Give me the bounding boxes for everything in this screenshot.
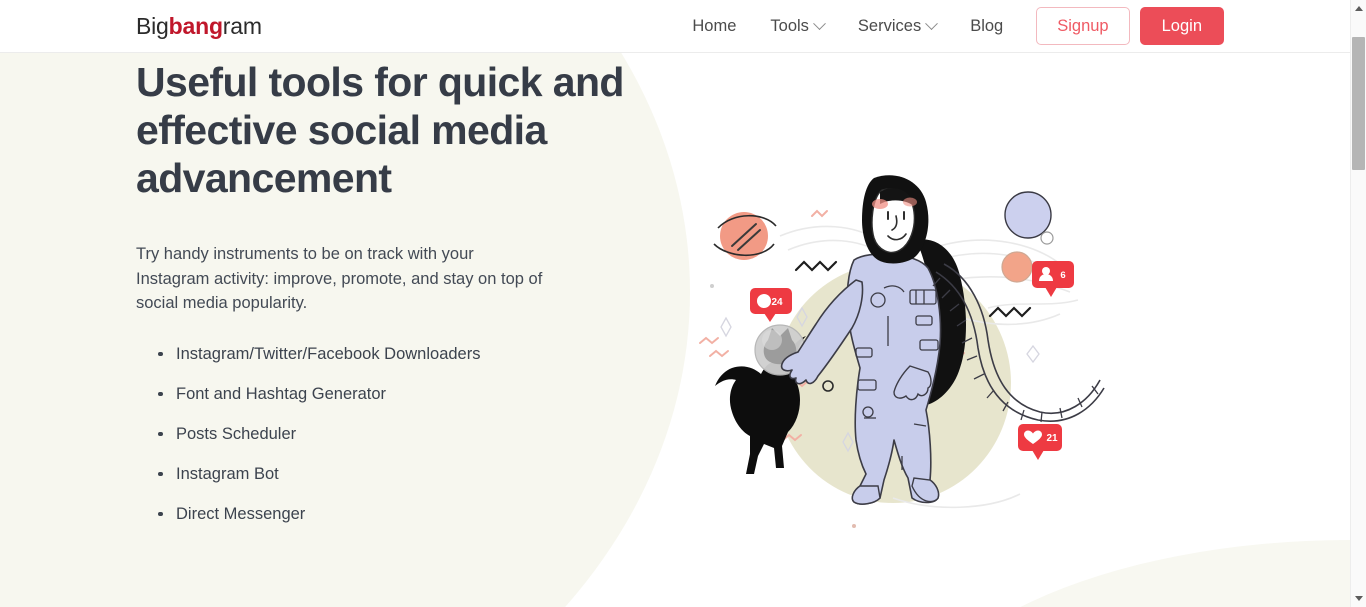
site-logo[interactable]: Bigbangram (136, 13, 262, 40)
page-content: Bigbangram Home Tools Services Blog Sign… (0, 0, 1350, 607)
list-item: Direct Messenger (136, 504, 776, 524)
login-button[interactable]: Login (1139, 7, 1224, 45)
logo-suffix: ram (222, 13, 262, 39)
nav-label-services: Services (857, 17, 922, 35)
logo-prefix: Big (136, 13, 169, 39)
peach-planet (1001, 251, 1033, 283)
browser-viewport: Bigbangram Home Tools Services Blog Sign… (0, 0, 1366, 607)
nav-label-tools: Tools (770, 17, 809, 35)
site-header: Bigbangram Home Tools Services Blog Sign… (0, 0, 1350, 53)
nav-item-services[interactable]: Services (841, 0, 953, 52)
hero-subtitle: Try handy instruments to be on track wit… (136, 245, 543, 312)
vertical-scrollbar[interactable] (1350, 0, 1366, 607)
bottom-background-blob (900, 540, 1350, 607)
small-circle-outline (1040, 231, 1054, 245)
list-item: Instagram Bot (136, 464, 776, 484)
badge-heart: 21 (1018, 424, 1062, 460)
chevron-down-icon (925, 16, 939, 30)
scroll-up-arrow-icon[interactable] (1351, 0, 1366, 17)
feature-list: Instagram/Twitter/Facebook Downloaders F… (136, 344, 776, 524)
scroll-down-arrow-icon[interactable] (1351, 590, 1366, 607)
nav-item-home[interactable]: Home (675, 0, 753, 52)
list-item: Font and Hashtag Generator (136, 384, 776, 404)
logo-accent: bang (168, 13, 223, 39)
nav-label-home: Home (692, 17, 737, 35)
badge-follower-count: 6 (1060, 270, 1065, 281)
chevron-down-icon (813, 16, 826, 30)
scrollbar-thumb[interactable] (1352, 37, 1365, 170)
blue-planet (1004, 191, 1052, 239)
list-item: Posts Scheduler (136, 424, 776, 444)
hero-section: Useful tools for quick and effective soc… (136, 53, 776, 544)
main-navigation: Home Tools Services Blog Signup Login (675, 0, 1224, 52)
nav-label-blog: Blog (970, 17, 1004, 35)
scrollbar-track[interactable] (1351, 17, 1366, 590)
nav-item-blog[interactable]: Blog (953, 0, 1020, 52)
signup-button[interactable]: Signup (1036, 7, 1130, 45)
page-title: Useful tools for quick and effective soc… (136, 59, 624, 201)
badge-heart-count: 21 (1046, 433, 1058, 444)
dot (852, 524, 856, 528)
list-item: Instagram/Twitter/Facebook Downloaders (136, 344, 776, 364)
nav-item-tools[interactable]: Tools (753, 0, 841, 52)
